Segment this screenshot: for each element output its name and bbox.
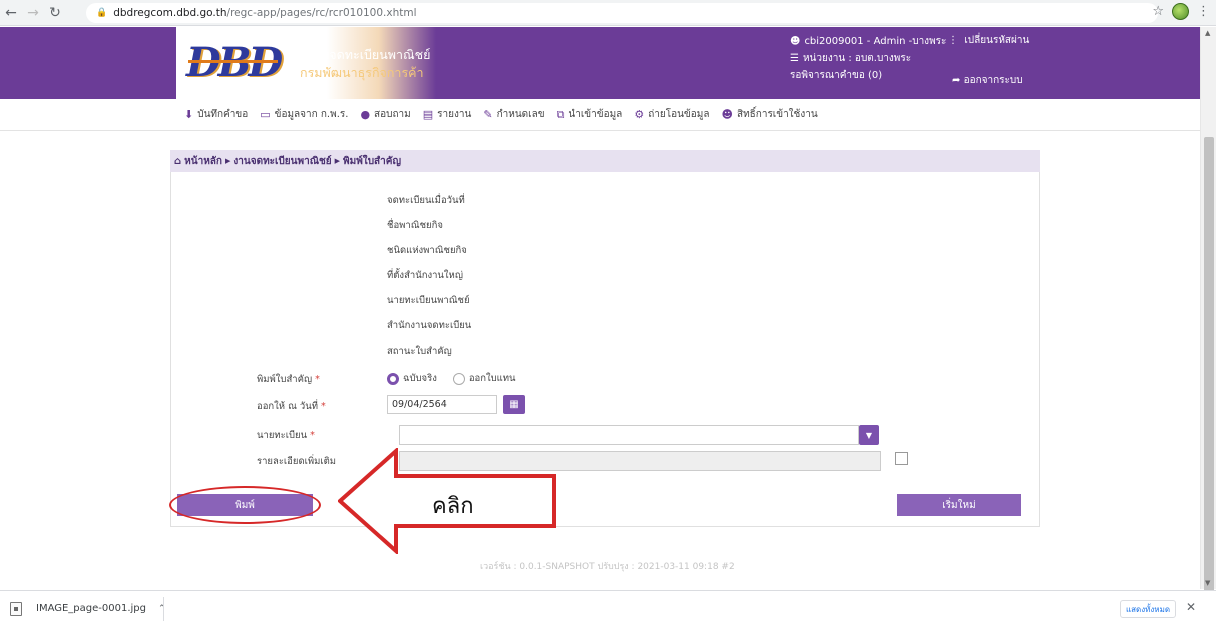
star-icon[interactable]: ☆ xyxy=(1152,4,1164,19)
radio-original-label[interactable]: ฉบับจริง xyxy=(403,371,437,386)
chat-icon: ● xyxy=(360,108,371,121)
issue-date-label: ออกให้ ณ วันที่ * xyxy=(257,401,326,412)
gear-icon: ⚙ xyxy=(634,108,645,121)
user-icon: ☻ xyxy=(790,36,801,47)
lock-icon: 🔒 xyxy=(96,8,108,18)
menu-item-opdc-data[interactable]: ▭ ข้อมูลจาก ก.พ.ร. xyxy=(260,107,348,122)
user-info: ☻ cbi2009001 - Admin -บางพระ ☰ หน่วยงาน : … xyxy=(790,33,946,84)
site-header: DBD ระบบจดทะเบียนพาณิชย์ กรมพัฒนาธุรกิจก… xyxy=(0,27,1200,99)
scroll-down-icon[interactable]: ▼ xyxy=(1205,579,1210,587)
main-menu: ⬇ บันทึกคำขอ ▭ ข้อมูลจาก ก.พ.ร. ● สอบถาม ▤ ร… xyxy=(0,99,1200,131)
breadcrumb-current: พิมพ์ใบสำคัญ xyxy=(343,155,401,167)
breadcrumb-section[interactable]: งานจดทะเบียนพาณิชย์ xyxy=(233,154,331,169)
browser-toolbar: ← → ↻ 🔒 dbdregcom.dbd.go.th /regc-app/pa… xyxy=(0,0,1216,26)
back-icon[interactable]: ← xyxy=(0,5,22,21)
print-type-label: พิมพ์ใบสำคัญ * xyxy=(257,374,320,385)
department-name: กรมพัฒนาธุรกิจการค้า xyxy=(300,65,424,80)
edit-icon: ✎ xyxy=(483,108,493,121)
system-name: ระบบจดทะเบียนพาณิชย์ xyxy=(300,47,431,62)
scroll-up-icon[interactable]: ▲ xyxy=(1205,29,1210,37)
more-menu-icon[interactable]: ⋮ xyxy=(1197,4,1210,19)
details-checkbox[interactable] xyxy=(895,452,908,465)
chevron-right-icon: ▶ xyxy=(334,157,341,165)
breadcrumb-home[interactable]: หน้าหลัก xyxy=(184,154,222,169)
menu-item-numbering[interactable]: ✎ กำหนดเลข xyxy=(483,107,544,122)
url-domain: dbdregcom.dbd.go.th xyxy=(113,7,227,19)
details-label: รายละเอียดเพิ่มเติม xyxy=(257,456,337,467)
highlight-circle-annotation xyxy=(169,486,321,524)
menu-item-record[interactable]: ⬇ บันทึกคำขอ xyxy=(184,107,248,122)
change-password-link[interactable]: ⋮ เปลี่ยนรหัสผ่าน xyxy=(948,33,1029,48)
import-icon: ⧉ xyxy=(556,107,565,121)
users-icon: ☻ xyxy=(721,108,733,121)
page-scrollbar[interactable]: ▲ ▼ xyxy=(1200,27,1216,607)
user-name: cbi2009001 - Admin -บางพระ xyxy=(804,36,947,47)
info-registered-date: จดทะเบียนเมื่อวันที่ xyxy=(387,195,465,206)
unit-name: หน่วยงาน : อบต.บางพระ xyxy=(802,53,912,64)
chevron-down-icon[interactable]: ▼ xyxy=(859,425,879,445)
monitor-icon: ▭ xyxy=(260,108,271,121)
close-icon[interactable]: ✕ xyxy=(1186,600,1196,614)
registrar-label: นายทะเบียน * xyxy=(257,430,315,441)
info-head-office: ที่ตั้งสำนักงานใหญ่ xyxy=(387,270,463,281)
menu-item-report[interactable]: ▤ รายงาน xyxy=(423,107,472,122)
download-bar: IMAGE_page-0001.jpg ⌃ แสดงทั้งหมด ✕ xyxy=(0,590,1216,626)
pending-requests[interactable]: รอพิจารณาคำขอ (0) xyxy=(790,67,882,84)
click-annotation-label: คลิก xyxy=(432,494,474,519)
menu-item-import[interactable]: ⧉ นำเข้าข้อมูล xyxy=(557,107,623,122)
scroll-thumb[interactable] xyxy=(1204,137,1214,607)
breadcrumb: ⌂ หน้าหลัก ▶ งานจดทะเบียนพาณิชย์ ▶ พิมพ์… xyxy=(170,150,1040,172)
screen: ← → ↻ 🔒 dbdregcom.dbd.go.th /regc-app/pa… xyxy=(0,0,1216,626)
registrar-select[interactable] xyxy=(399,425,859,445)
reset-button[interactable]: เริ่มใหม่ xyxy=(897,494,1021,516)
logo-stripe xyxy=(188,60,278,63)
signout-icon: ➦ xyxy=(952,75,961,86)
issue-date-input[interactable]: 09/04/2564 xyxy=(387,395,497,414)
address-bar[interactable]: 🔒 dbdregcom.dbd.go.th /regc-app/pages/rc… xyxy=(86,3,1158,23)
report-icon: ▤ xyxy=(422,108,434,121)
browser-actions: ☆ ⋮ xyxy=(1152,3,1210,20)
download-icon: ⬇ xyxy=(184,108,194,121)
show-all-button[interactable]: แสดงทั้งหมด xyxy=(1120,600,1176,618)
menu-item-inquiry[interactable]: ● สอบถาม xyxy=(360,107,410,122)
radio-replacement-label[interactable]: ออกใบแทน xyxy=(469,371,516,386)
menu-item-transfer[interactable]: ⚙ ถ่ายโอนข้อมูล xyxy=(634,107,709,122)
info-registrar: นายทะเบียนพาณิชย์ xyxy=(387,295,470,306)
divider xyxy=(163,597,164,621)
download-filename[interactable]: IMAGE_page-0001.jpg xyxy=(36,603,146,614)
info-certificate-status: สถานะใบสำคัญ xyxy=(387,346,452,357)
chevron-right-icon: ▶ xyxy=(225,157,231,165)
chevron-up-icon[interactable]: ⌃ xyxy=(158,604,166,614)
url-path: /regc-app/pages/rc/rcr010100.xhtml xyxy=(226,7,417,19)
radio-replacement[interactable] xyxy=(452,372,465,385)
info-registration-office: สำนักงานจดทะเบียน xyxy=(387,320,472,331)
extension-icon[interactable] xyxy=(1172,3,1189,20)
calendar-icon[interactable]: ▦ xyxy=(503,395,525,414)
forward-icon[interactable]: → xyxy=(22,5,44,21)
print-certificate-panel: จดทะเบียนเมื่อวันที่ ชื่อพาณิชยกิจ ชนิดแ… xyxy=(169,172,1040,527)
reload-icon[interactable]: ↻ xyxy=(44,5,66,21)
info-business-type: ชนิดแห่งพาณิชยกิจ xyxy=(387,245,467,256)
home-icon[interactable]: ⌂ xyxy=(174,156,181,167)
print-type-radio-group: ฉบับจริง ออกใบแทน xyxy=(387,371,516,386)
menu-item-permissions[interactable]: ☻ สิทธิ์การเข้าใช้งาน xyxy=(722,107,818,122)
info-business-name: ชื่อพาณิชยกิจ xyxy=(387,220,443,231)
version-info: เวอร์ชัน : 0.0.1-SNAPSHOT ปรับปรุง : 202… xyxy=(480,562,735,572)
sitemap-icon: ☰ xyxy=(790,53,799,64)
radio-original[interactable] xyxy=(387,372,399,385)
image-file-icon xyxy=(10,601,22,616)
logout-link[interactable]: ➦ ออกจากระบบ xyxy=(952,73,1023,88)
